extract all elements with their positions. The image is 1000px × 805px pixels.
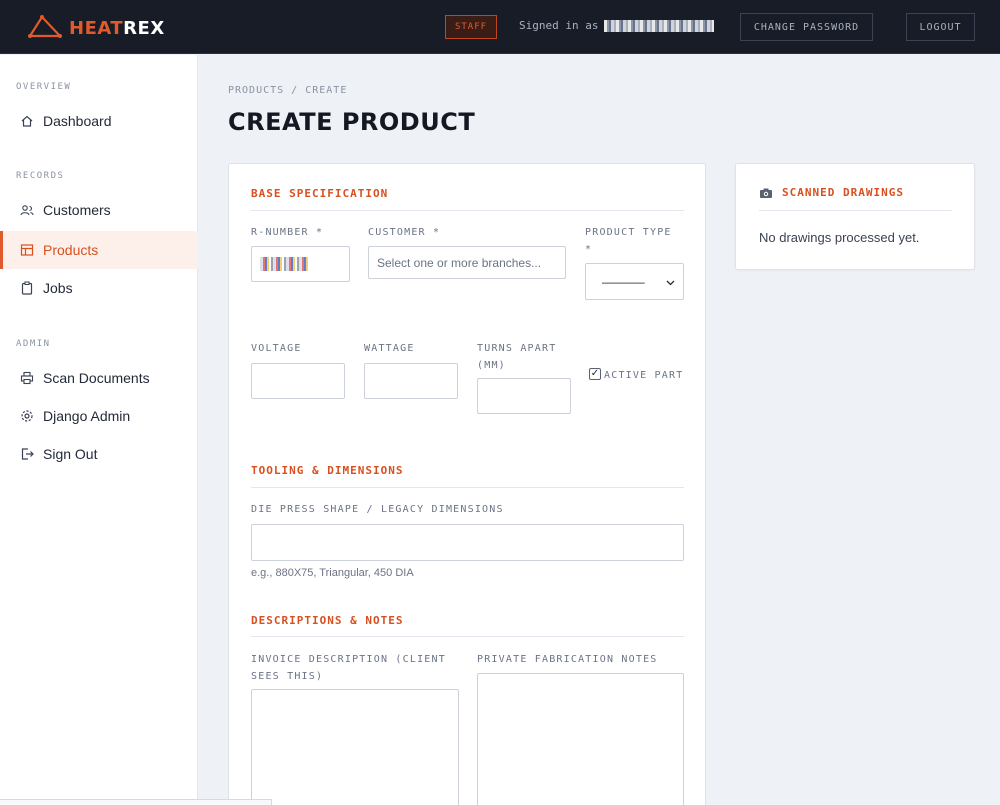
signed-in-label: Signed in as <box>519 19 599 32</box>
redacted-r-number <box>260 257 310 271</box>
scanned-drawings-card <box>735 163 975 270</box>
sidebar-item-label: Products <box>43 242 99 258</box>
sidebar-item-dashboard[interactable]: Dashboard <box>0 102 198 140</box>
section-title-tooling: TOOLING & DIMENSIONS <box>251 464 404 477</box>
scanned-drawings-empty-text: No drawings processed yet. <box>759 230 920 245</box>
product-type-value: ———– <box>602 274 645 289</box>
die-press-input[interactable] <box>251 524 684 561</box>
scanned-drawings-header: SCANNED DRAWINGS <box>759 186 904 199</box>
die-press-helper-text: e.g., 880X75, Triangular, 450 DIA <box>251 567 414 579</box>
top-bar: HEATREX STAFF Signed in as CHANGE PASSWO… <box>0 0 1000 54</box>
section-divider <box>251 487 684 488</box>
change-password-button[interactable]: CHANGE PASSWORD <box>740 13 873 41</box>
sidebar-item-sign-out[interactable]: Sign Out <box>0 435 198 473</box>
sidebar-item-label: Sign Out <box>43 446 98 462</box>
table-icon <box>20 243 34 257</box>
die-press-label: DIE PRESS SHAPE / LEGACY DIMENSIONS <box>251 504 504 515</box>
section-divider <box>759 210 952 211</box>
product-type-select[interactable]: ———– <box>585 263 684 300</box>
active-part-label: ACTIVE PART <box>604 370 684 381</box>
voltage-input[interactable] <box>251 363 345 399</box>
r-number-label: R-NUMBER * <box>251 227 324 238</box>
wattage-label: WATTAGE <box>364 343 415 354</box>
brand-name: HEATREX <box>69 18 165 39</box>
product-type-label: PRODUCT TYPE * <box>585 227 672 255</box>
sidebar: OVERVIEW Dashboard RECORDS Customers Pro… <box>0 55 198 805</box>
wattage-input[interactable] <box>364 363 458 399</box>
users-icon <box>20 203 34 217</box>
gear-icon <box>20 409 34 423</box>
sidebar-item-django-admin[interactable]: Django Admin <box>0 397 198 435</box>
section-title-descriptions: DESCRIPTIONS & NOTES <box>251 614 404 627</box>
section-title-base-specification: BASE SPECIFICATION <box>251 187 389 200</box>
sidebar-item-customers[interactable]: Customers <box>0 191 198 229</box>
check-icon: ✓ <box>590 368 600 379</box>
brand-logo[interactable]: HEATREX <box>27 14 165 43</box>
sign-out-icon <box>20 447 34 461</box>
sidebar-item-products[interactable]: Products <box>0 231 198 269</box>
sidebar-item-label: Customers <box>43 202 111 218</box>
sidebar-item-label: Jobs <box>43 280 73 296</box>
sidebar-item-label: Dashboard <box>43 113 112 129</box>
logout-button[interactable]: LOGOUT <box>906 13 975 41</box>
bottom-scroll-edge <box>0 799 272 805</box>
turns-apart-label: TURNS APART (MM) <box>477 343 557 371</box>
signed-in-status: Signed in as <box>519 19 715 32</box>
private-notes-label: PRIVATE FABRICATION NOTES <box>477 654 658 665</box>
customer-placeholder: Select one or more branches... <box>377 255 542 270</box>
sidebar-item-jobs[interactable]: Jobs <box>0 269 198 307</box>
scanned-drawings-title: SCANNED DRAWINGS <box>782 186 904 199</box>
section-divider <box>251 636 684 637</box>
chevron-down-icon <box>666 275 675 289</box>
sidebar-section-overview: OVERVIEW <box>16 82 72 92</box>
camera-icon <box>759 187 773 199</box>
invoice-description-label: INVOICE DESCRIPTION (CLIENT SEES THIS) <box>251 654 446 682</box>
sidebar-item-label: Scan Documents <box>43 370 150 386</box>
active-part-checkbox[interactable]: ✓ <box>589 368 601 380</box>
sidebar-item-scan-documents[interactable]: Scan Documents <box>0 359 198 397</box>
page-title: CREATE PRODUCT <box>228 108 476 136</box>
customer-select-input[interactable]: Select one or more branches... <box>368 246 566 279</box>
clipboard-icon <box>20 281 34 295</box>
sidebar-section-admin: ADMIN <box>16 339 51 349</box>
turns-apart-input[interactable] <box>477 378 571 414</box>
staff-badge: STAFF <box>445 15 497 39</box>
section-divider <box>251 210 684 211</box>
sidebar-item-label: Django Admin <box>43 408 131 424</box>
voltage-label: VOLTAGE <box>251 343 302 354</box>
private-notes-textarea[interactable] <box>477 673 684 805</box>
home-icon <box>20 114 34 128</box>
r-number-input[interactable] <box>251 246 350 282</box>
printer-icon <box>20 371 34 385</box>
triangle-logo-icon <box>27 14 63 43</box>
customer-label: CUSTOMER * <box>368 227 441 238</box>
redacted-username <box>604 19 715 32</box>
sidebar-section-records: RECORDS <box>16 171 65 181</box>
invoice-description-textarea[interactable] <box>251 689 459 805</box>
breadcrumb: PRODUCTS / CREATE <box>228 85 348 96</box>
